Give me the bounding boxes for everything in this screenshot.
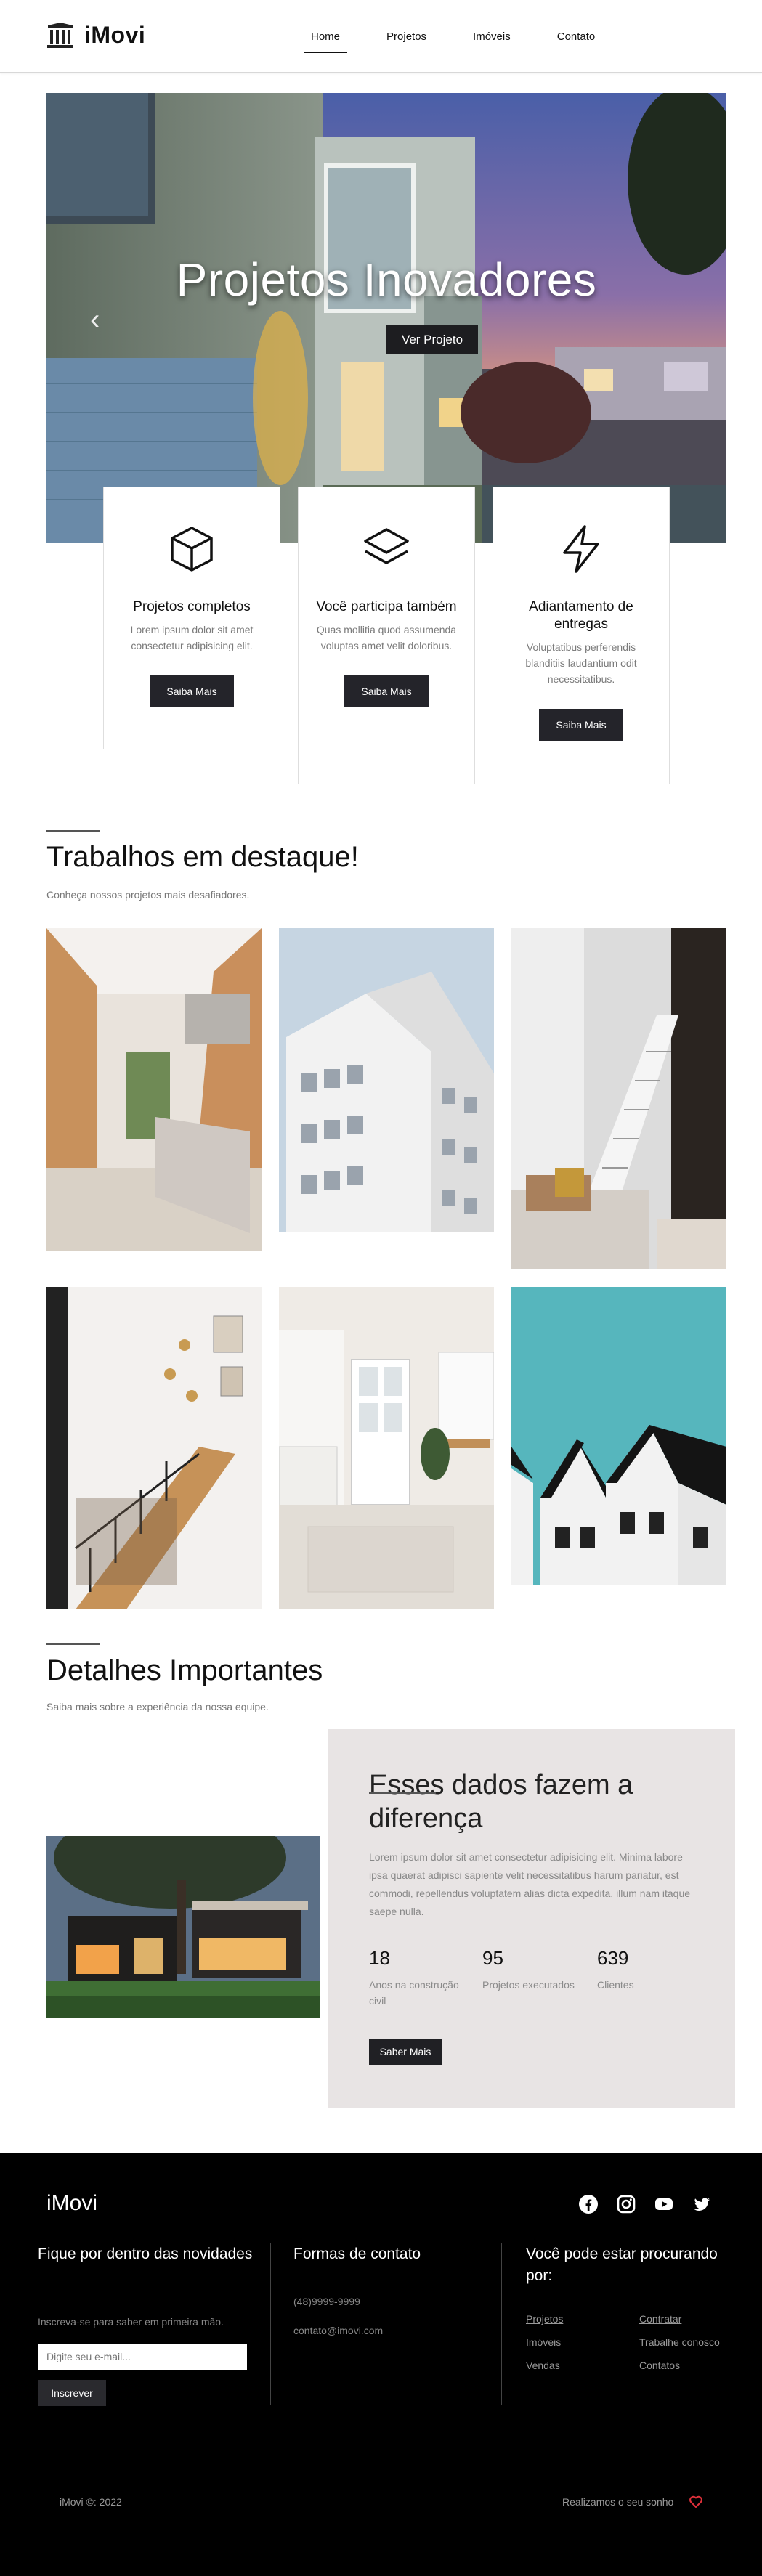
brand-name: iMovi <box>84 22 146 48</box>
stat-value: 95 <box>482 1947 503 1969</box>
feature-card: Projetos completos Lorem ipsum dolor sit… <box>103 487 280 749</box>
section-divider <box>46 830 100 832</box>
hero-title: Projetos Inovadores <box>176 253 597 306</box>
feature-text: Lorem ipsum dolor sit amet consectetur a… <box>130 624 254 651</box>
featured-subtitle: Conheça nossos projetos mais desafiadore… <box>46 889 250 901</box>
section-divider <box>46 1643 100 1645</box>
details-box-text: Lorem ipsum dolor sit amet consectetur a… <box>369 1851 691 1917</box>
contact-column: Formas de contato (48)9999-9999 contato@… <box>293 2243 482 2405</box>
footer-divider <box>270 2243 271 2405</box>
footer-link-contratar[interactable]: Contratar <box>639 2313 681 2325</box>
gallery-image-kitchen[interactable] <box>46 928 262 1251</box>
social-links <box>578 2194 712 2214</box>
contact-phone[interactable]: (48)9999-9999 <box>293 2296 360 2307</box>
nav-contato[interactable]: Contato <box>550 28 603 53</box>
stat-years: 18 Anos na construção civil <box>369 1947 463 2009</box>
title-strike-decoration <box>369 1792 436 1794</box>
feature-title: Adiantamento de entregas <box>529 599 633 632</box>
gallery-image-building[interactable] <box>279 928 494 1232</box>
nav-projetos[interactable]: Projetos <box>379 28 434 53</box>
feature-title: Projetos completos <box>133 599 251 614</box>
stat-value: 639 <box>597 1947 629 1969</box>
hero-prev-arrow[interactable]: ‹ <box>90 304 100 336</box>
details-box-title: Esses dados fazem a diferença <box>369 1770 633 1834</box>
stat-value: 18 <box>369 1947 390 1969</box>
email-input[interactable] <box>38 2344 247 2370</box>
newsletter-column: Fique por dentro das novidades Inscreva-… <box>38 2243 256 2406</box>
cube-icon <box>171 527 213 572</box>
saiba-mais-button[interactable]: Saiba Mais <box>150 675 234 707</box>
site-header: iMovi Home Projetos Imóveis Contato <box>0 0 762 73</box>
building-logo-icon <box>47 22 73 48</box>
saber-mais-button[interactable]: Saber Mais <box>369 2039 442 2065</box>
details-subtitle: Saiba mais sobre a experiência da nossa … <box>46 1701 269 1712</box>
stat-projects: 95 Projetos executados <box>482 1947 577 1993</box>
made-with-love: Realizamos o seu sonho <box>562 2496 674 2508</box>
lightning-icon <box>563 525 599 573</box>
details-image <box>46 1836 320 2018</box>
newsletter-title: Fique por dentro das novidades <box>38 2246 253 2262</box>
gallery-image-staircase[interactable] <box>511 928 726 1269</box>
newsletter-text: Inscreva-se para saber em primeira mão. <box>38 2316 224 2328</box>
stat-label: Anos na construção civil <box>369 1979 459 2007</box>
youtube-icon[interactable] <box>654 2194 674 2214</box>
links-column: Você pode estar procurando por: Projetos… <box>526 2243 737 2405</box>
heart-icon <box>689 2495 702 2508</box>
saiba-mais-button[interactable]: Saiba Mais <box>344 675 429 707</box>
footer-link-vendas[interactable]: Vendas <box>526 2360 560 2371</box>
nav-home[interactable]: Home <box>304 28 348 53</box>
main-nav: Home Projetos Imóveis Contato <box>304 28 634 53</box>
nav-imoveis[interactable]: Imóveis <box>466 28 518 53</box>
gallery-image-houses[interactable] <box>511 1287 726 1585</box>
ver-projeto-button[interactable]: Ver Projeto <box>386 325 478 354</box>
instagram-icon[interactable] <box>616 2194 636 2214</box>
footer-link-imoveis[interactable]: Imóveis <box>526 2336 561 2348</box>
feature-text: Voluptatibus perferendis blanditiis laud… <box>525 641 637 685</box>
facebook-icon[interactable] <box>578 2194 599 2214</box>
contact-email[interactable]: contato@imovi.com <box>293 2325 383 2336</box>
feature-title: Você participa também <box>316 599 457 614</box>
feature-text: Quas mollitia quod assumenda voluptas am… <box>316 624 457 651</box>
twitter-icon[interactable] <box>692 2194 712 2214</box>
feature-card: Você participa também Quas mollitia quod… <box>298 487 475 784</box>
stat-clients: 639 Clientes <box>597 1947 692 1993</box>
contact-title: Formas de contato <box>293 2246 421 2262</box>
hero-banner: ‹ Projetos Inovadores Ver Projeto <box>46 93 726 543</box>
site-footer: iMovi Fique por dentro das novidades Ins… <box>0 2153 762 2576</box>
logo[interactable]: iMovi <box>46 22 145 49</box>
feature-card: Adiantamento de entregas Voluptatibus pe… <box>493 487 670 784</box>
footer-logo[interactable]: iMovi <box>46 2191 97 2216</box>
copyright: iMovi ©: 2022 <box>60 2496 122 2508</box>
footer-link-contatos[interactable]: Contatos <box>639 2360 680 2371</box>
stat-label: Projetos executados <box>482 1979 575 1991</box>
footer-link-trabalhe-conosco[interactable]: Trabalhe conosco <box>639 2336 720 2348</box>
links-title: Você pode estar procurando por: <box>526 2246 718 2284</box>
gallery-image-hallway[interactable] <box>279 1287 494 1609</box>
inscrever-button[interactable]: Inscrever <box>38 2380 106 2406</box>
layers-icon <box>364 528 409 564</box>
details-title: Detalhes Importantes <box>46 1654 323 1686</box>
details-card: Esses dados fazem a diferença Lorem ipsu… <box>328 1729 735 2108</box>
footer-divider <box>501 2243 502 2405</box>
gallery-image-interior-stairs[interactable] <box>46 1287 262 1609</box>
saiba-mais-button[interactable]: Saiba Mais <box>539 709 623 741</box>
featured-title: Trabalhos em destaque! <box>46 841 359 873</box>
footer-link-projetos[interactable]: Projetos <box>526 2313 563 2325</box>
stat-label: Clientes <box>597 1979 634 1991</box>
hero-image <box>46 93 726 543</box>
